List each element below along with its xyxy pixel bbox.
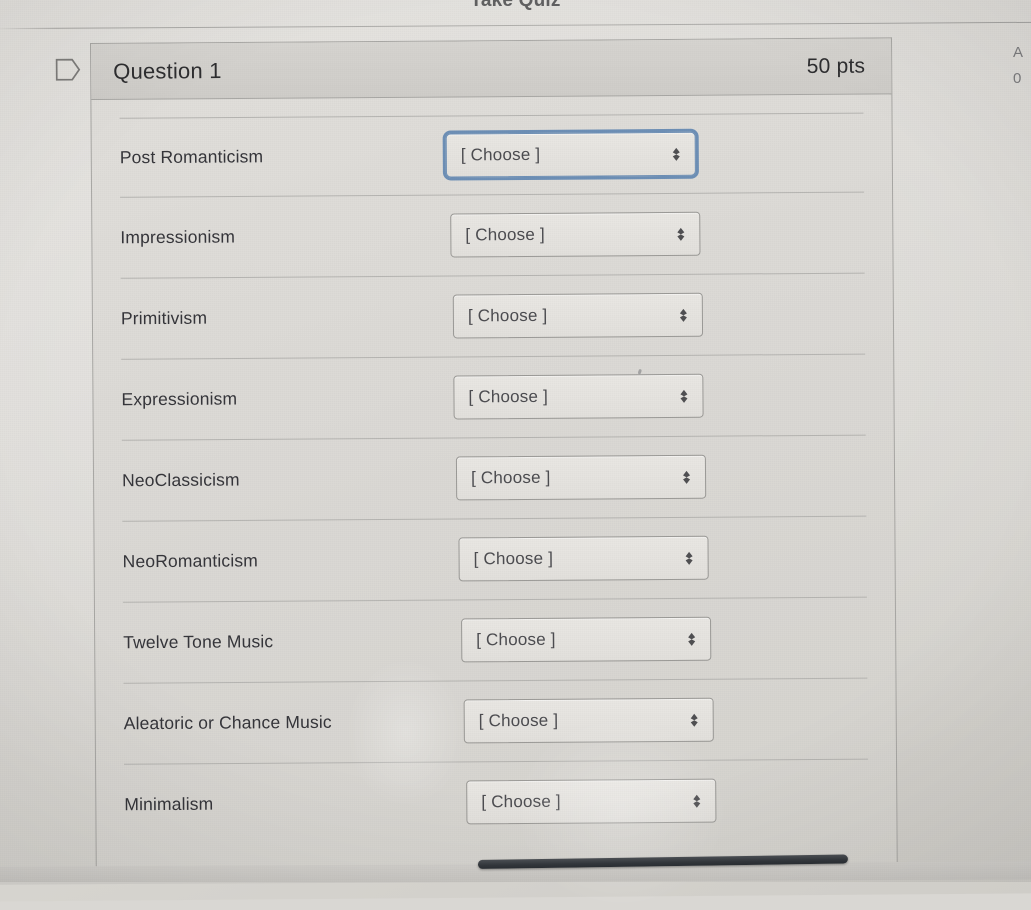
dropdown-value: [ Choose ] bbox=[467, 305, 548, 326]
rail-line-2: 0 bbox=[1013, 70, 1022, 87]
page-title: Take Quiz bbox=[470, 0, 561, 11]
dropdown-post-romanticism[interactable]: [ Choose ] bbox=[445, 131, 696, 178]
dropdown-neoromanticism[interactable]: [ Choose ] bbox=[458, 535, 709, 582]
row-label: NeoRomanticism bbox=[122, 550, 259, 572]
table-row: Expressionism [ Choose ] bbox=[121, 353, 866, 440]
question-header: Question 1 50 pts bbox=[91, 38, 892, 100]
dropdown-twelve-tone-music[interactable]: [ Choose ] bbox=[461, 616, 712, 663]
rail-line-1: A bbox=[1013, 44, 1024, 61]
table-row: Aleatoric or Chance Music [ Choose ] bbox=[123, 677, 869, 764]
chevron-up-down-icon bbox=[670, 145, 683, 162]
question-body: Post Romanticism [ Choose ] Impressionis… bbox=[91, 94, 897, 908]
dropdown-value: [ Choose ] bbox=[465, 224, 545, 245]
row-label: NeoClassicism bbox=[121, 469, 240, 491]
dropdown-minimalism[interactable]: [ Choose ] bbox=[466, 778, 717, 825]
dropdown-value: [ Choose ] bbox=[473, 548, 554, 569]
chevron-up-down-icon bbox=[690, 792, 703, 809]
table-row: Twelve Tone Music [ Choose ] bbox=[122, 596, 868, 683]
row-label: Expressionism bbox=[121, 388, 238, 410]
row-label: Minimalism bbox=[124, 793, 214, 815]
table-row: Primitivism [ Choose ] bbox=[120, 272, 866, 359]
chevron-up-down-icon bbox=[674, 225, 687, 242]
question-points: 50 pts bbox=[806, 54, 866, 78]
chevron-up-down-icon bbox=[683, 549, 696, 566]
table-row: Minimalism [ Choose ] bbox=[124, 758, 869, 845]
chevron-up-down-icon bbox=[685, 630, 698, 647]
table-row: NeoClassicism [ Choose ] bbox=[121, 434, 867, 521]
question-title: Question 1 bbox=[113, 57, 222, 84]
dropdown-primitivism[interactable]: [ Choose ] bbox=[452, 292, 704, 339]
dropdown-value: [ Choose ] bbox=[470, 467, 551, 488]
answer-rows: Post Romanticism [ Choose ] Impressionis… bbox=[92, 112, 897, 845]
header-divider bbox=[0, 21, 1031, 30]
dropdown-value: [ Choose ] bbox=[478, 710, 559, 731]
row-label: Impressionism bbox=[120, 226, 236, 248]
chevron-up-down-icon bbox=[688, 711, 701, 728]
chevron-up-down-icon bbox=[680, 468, 693, 485]
dropdown-value: [ Choose ] bbox=[460, 144, 541, 165]
row-label: Twelve Tone Music bbox=[123, 631, 274, 653]
question-flag-icon[interactable] bbox=[55, 58, 81, 81]
dropdown-value: [ Choose ] bbox=[476, 629, 556, 650]
table-row: Impressionism [ Choose ] bbox=[120, 191, 865, 278]
dropdown-value: [ Choose ] bbox=[481, 791, 561, 812]
dropdown-aleatoric-or-chance-music[interactable]: [ Choose ] bbox=[463, 697, 714, 744]
row-label: Aleatoric or Chance Music bbox=[123, 711, 332, 734]
row-label: Primitivism bbox=[120, 307, 208, 329]
table-row: Post Romanticism [ Choose ] bbox=[119, 112, 865, 197]
right-rail: A 0 bbox=[1013, 40, 1031, 92]
question-card: Question 1 50 pts Post Romanticism [ Cho… bbox=[55, 37, 898, 908]
dropdown-impressionism[interactable]: [ Choose ] bbox=[450, 211, 701, 258]
row-label: Post Romanticism bbox=[119, 146, 264, 168]
table-row: NeoRomanticism [ Choose ] bbox=[122, 515, 867, 602]
chevron-up-down-icon bbox=[677, 387, 690, 404]
dropdown-expressionism[interactable]: [ Choose ] bbox=[453, 373, 704, 420]
dropdown-neoclassicism[interactable]: [ Choose ] bbox=[455, 454, 707, 501]
dropdown-value: [ Choose ] bbox=[468, 386, 549, 407]
chevron-up-down-icon bbox=[677, 306, 690, 323]
